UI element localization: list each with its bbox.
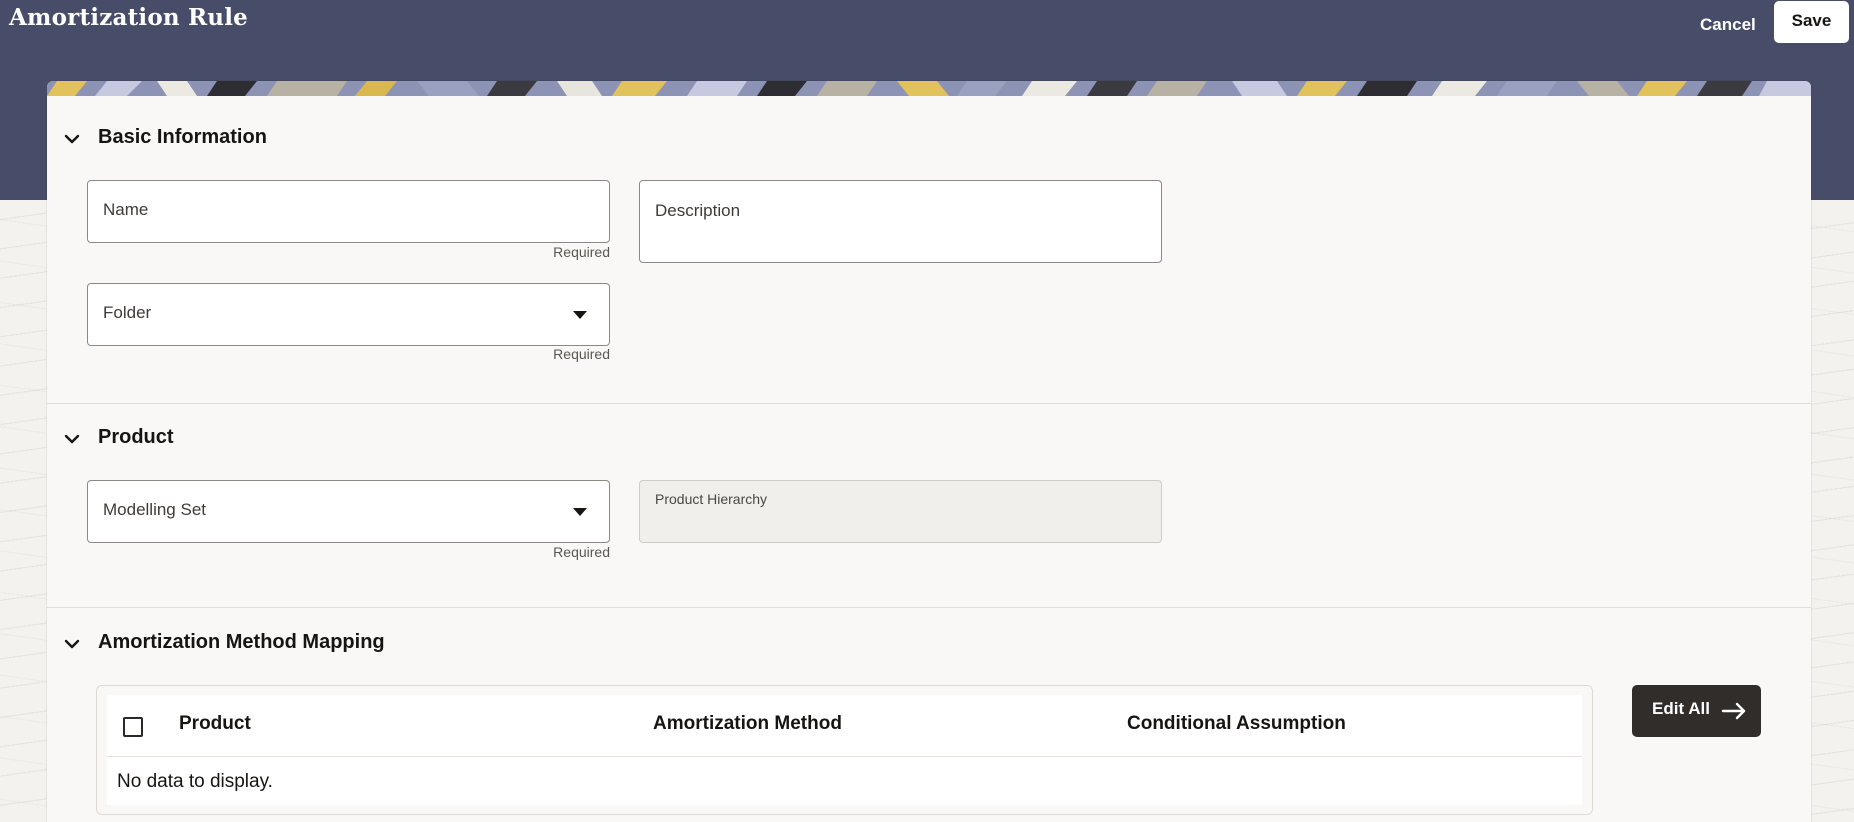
modelling-set-label: Modelling Set: [103, 500, 207, 519]
section-basic-information[interactable]: Basic Information: [47, 124, 447, 154]
table-header-row: Product Amortization Method Conditional …: [107, 695, 1582, 757]
section-title: Amortization Method Mapping: [98, 631, 385, 653]
modelling-set-required-hint: Required: [553, 544, 610, 560]
chevron-down-icon[interactable]: [63, 430, 81, 448]
chevron-down-icon[interactable]: [63, 635, 81, 653]
chevron-down-icon[interactable]: [63, 130, 81, 148]
section-divider: [47, 403, 1811, 404]
name-required-hint: Required: [553, 244, 610, 260]
name-field-label: Name: [103, 200, 149, 219]
edit-all-button[interactable]: Edit All: [1632, 685, 1761, 737]
section-divider: [47, 607, 1811, 608]
cancel-button[interactable]: Cancel: [1688, 11, 1768, 39]
select-all-checkbox[interactable]: [123, 717, 143, 737]
decorative-banner: [47, 81, 1811, 96]
form-card: Basic Information Name Required Descript…: [47, 81, 1811, 822]
column-header-conditional-assumption[interactable]: Conditional Assumption: [1127, 713, 1346, 735]
folder-required-hint: Required: [553, 346, 610, 362]
arrow-right-icon: [1721, 702, 1746, 720]
column-header-product[interactable]: Product: [179, 713, 251, 735]
save-button[interactable]: Save: [1774, 1, 1849, 43]
empty-table-message: No data to display.: [117, 771, 273, 792]
mapping-table: Product Amortization Method Conditional …: [96, 685, 1593, 815]
name-field[interactable]: Name: [87, 180, 610, 243]
folder-select[interactable]: Folder: [87, 283, 610, 346]
section-title: Basic Information: [98, 126, 267, 148]
modelling-set-select[interactable]: Modelling Set: [87, 480, 610, 543]
section-title: Product: [98, 426, 174, 448]
caret-down-icon[interactable]: [573, 310, 587, 319]
description-field[interactable]: Description: [639, 180, 1162, 263]
caret-down-icon[interactable]: [573, 507, 587, 516]
description-field-label: Description: [655, 201, 741, 220]
mapping-table-body: Product Amortization Method Conditional …: [107, 695, 1582, 805]
product-hierarchy-field: Product Hierarchy: [639, 480, 1162, 543]
folder-select-label: Folder: [103, 303, 152, 322]
edit-all-label: Edit All: [1652, 699, 1710, 718]
product-hierarchy-label: Product Hierarchy: [655, 491, 768, 507]
section-product[interactable]: Product: [47, 424, 347, 454]
section-amortization-method-mapping[interactable]: Amortization Method Mapping: [47, 629, 547, 659]
column-header-amortization-method[interactable]: Amortization Method: [653, 713, 842, 735]
page-title: Amortization Rule: [9, 4, 249, 31]
